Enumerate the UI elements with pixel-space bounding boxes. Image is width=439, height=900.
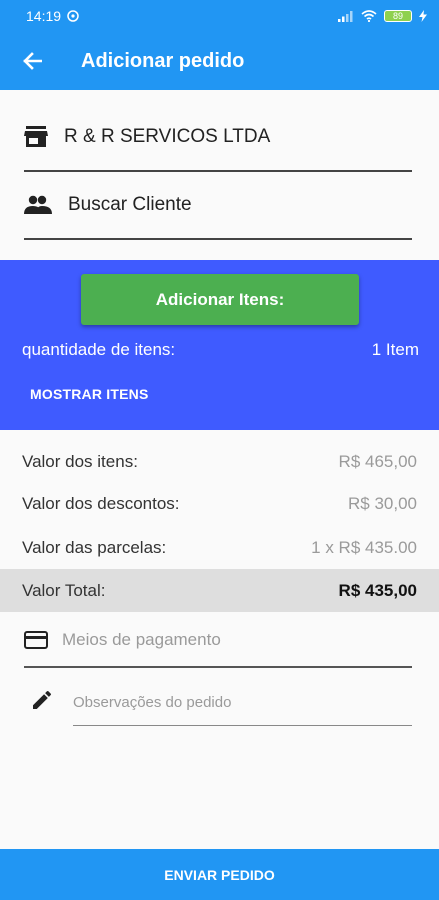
items-panel: Adicionar Itens: quantidade de itens: 1 … <box>0 260 439 430</box>
store-icon <box>24 126 52 148</box>
order-notes-placeholder: Observações do pedido <box>73 694 232 711</box>
payment-method-field[interactable]: Meios de pagamento <box>24 614 412 668</box>
total-value-row: Valor Total: R$ 435,00 <box>0 569 439 612</box>
discounts-value-label: Valor dos descontos: <box>22 493 180 513</box>
add-items-button[interactable]: Adicionar Itens: <box>81 274 359 325</box>
wifi-icon <box>361 10 377 22</box>
people-icon <box>24 195 52 215</box>
page-title: Adicionar pedido <box>81 49 245 72</box>
order-notes-field[interactable]: Observações do pedido <box>73 680 412 726</box>
edit-pencil-icon <box>33 690 52 709</box>
company-field: R & R SERVICOS LTDA <box>24 104 412 172</box>
discounts-value-amount: R$ 30,00 <box>348 493 417 513</box>
status-time: 14:19 <box>26 8 62 24</box>
back-button[interactable] <box>0 32 64 90</box>
charging-icon <box>419 10 427 22</box>
item-quantity-value: 1 Item <box>371 340 419 359</box>
sync-icon <box>67 10 79 22</box>
installments-value-label: Valor das parcelas: <box>22 537 167 557</box>
item-quantity-label: quantidade de itens: <box>22 340 176 359</box>
client-search-field[interactable]: Buscar Cliente <box>24 172 412 240</box>
app-bar: Adicionar pedido <box>0 32 439 90</box>
payment-method-placeholder: Meios de pagamento <box>62 630 221 649</box>
total-value-label: Valor Total: <box>22 580 106 600</box>
arrow-back-icon <box>23 52 42 70</box>
discounts-value-row: Valor dos descontos: R$ 30,00 <box>0 482 439 525</box>
status-bar: 14:19 89 <box>0 0 439 32</box>
credit-card-icon <box>24 631 48 649</box>
company-name: R & R SERVICOS LTDA <box>64 126 271 147</box>
total-value-amount: R$ 435,00 <box>338 580 417 600</box>
send-order-button[interactable]: ENVIAR PEDIDO <box>0 849 439 900</box>
items-value-label: Valor dos itens: <box>22 451 138 471</box>
installments-value-row: Valor das parcelas: 1 x R$ 435.00 <box>0 526 439 569</box>
items-value-amount: R$ 465,00 <box>338 451 417 471</box>
installments-value-amount: 1 x R$ 435.00 <box>311 537 417 557</box>
client-search-placeholder: Buscar Cliente <box>68 194 192 215</box>
battery-level: 89 <box>392 11 403 21</box>
show-items-button[interactable]: MOSTRAR ITENS <box>30 386 149 402</box>
signal-icon <box>338 11 353 22</box>
items-value-row: Valor dos itens: R$ 465,00 <box>0 440 439 483</box>
battery-icon: 89 <box>384 10 412 22</box>
